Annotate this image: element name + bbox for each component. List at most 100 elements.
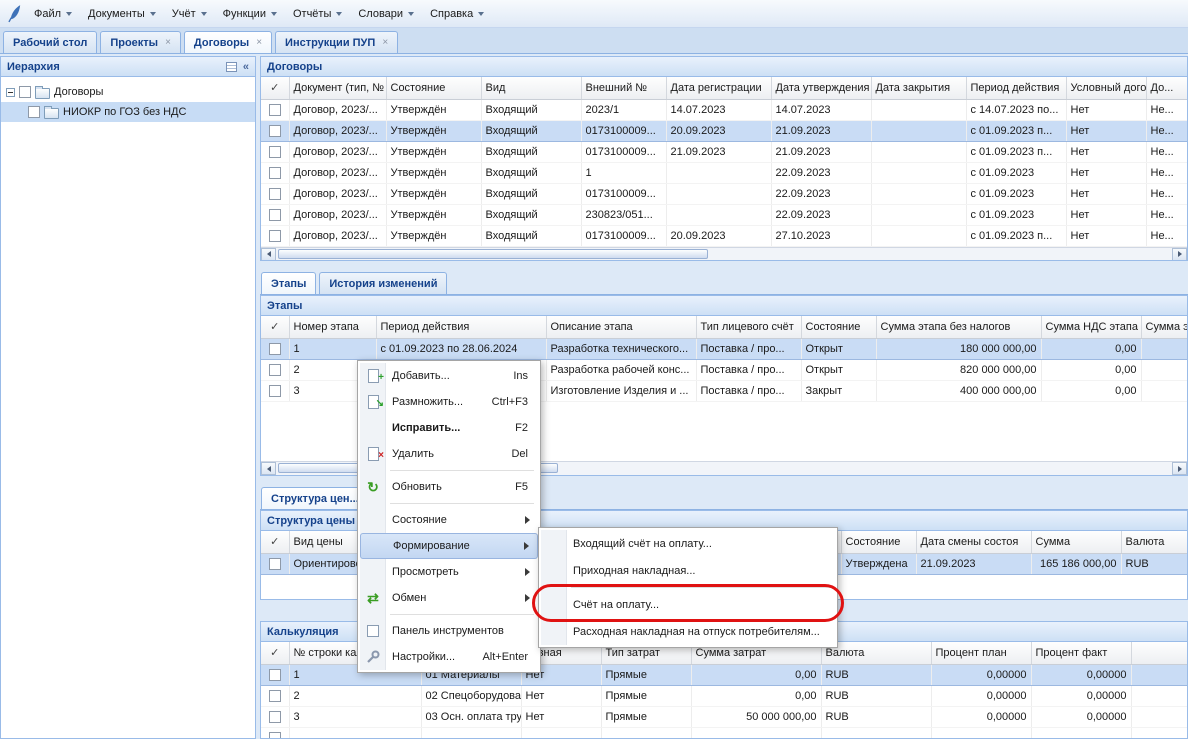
column-header[interactable]: Внешний № [581,77,666,99]
close-icon[interactable]: × [382,38,388,48]
tab-instructions[interactable]: Инструкции ПУП× [275,31,398,53]
menu-item-toolbar[interactable]: Панель инструментов [360,618,538,644]
tree-node-niokr[interactable]: НИОКР по ГОЗ без НДС [1,102,255,122]
select-all-header[interactable]: ✓ [261,531,289,553]
select-all-header[interactable]: ✓ [261,316,289,338]
table-row[interactable]: Договор, 2023/...УтверждёнВходящий017310… [261,183,1188,204]
menu-functions[interactable]: Функции [215,4,285,24]
tab-stages[interactable]: Этапы [261,272,316,294]
menu-accounting[interactable]: Учёт [164,4,215,24]
menu-file[interactable]: Файл [26,4,80,24]
table-row[interactable]: 1с 01.09.2023 по 28.06.2024Разработка те… [261,338,1188,359]
horizontal-scrollbar[interactable] [261,247,1187,261]
column-header[interactable]: Сумма [1031,531,1121,553]
scroll-right-button[interactable] [1172,248,1187,261]
row-checkbox[interactable] [269,209,281,221]
row-checkbox[interactable] [269,711,281,723]
select-all-header[interactable]: ✓ [261,642,289,664]
menu-documents[interactable]: Документы [80,4,164,24]
scroll-right-button[interactable] [1172,462,1187,475]
tab-price-structure[interactable]: Структура цен... [261,487,369,509]
menu-item-refresh[interactable]: ↻ Обновить F5 [360,474,538,500]
scroll-left-button[interactable] [261,462,276,475]
tab-desktop[interactable]: Рабочий стол [3,31,97,53]
table-row[interactable] [261,727,1188,739]
menu-item-generate[interactable]: Формирование [360,533,538,559]
column-header[interactable]: Дата регистрации [666,77,771,99]
row-checkbox[interactable] [269,732,281,739]
row-checkbox[interactable] [269,364,281,376]
row-checkbox[interactable] [269,558,281,570]
column-header[interactable]: Валюта [1121,531,1188,553]
select-all-header[interactable]: ✓ [261,77,289,99]
table-row[interactable]: Договор, 2023/...УтверждёнВходящий122.09… [261,162,1188,183]
column-header[interactable]: Тип лицевого счёт [696,316,801,338]
table-row[interactable]: Договор, 2023/...УтверждёнВходящий017310… [261,141,1188,162]
tab-change-history[interactable]: История изменений [319,272,447,294]
table-row[interactable]: Договор, 2023/...УтверждёнВходящий230823… [261,204,1188,225]
column-header[interactable]: Период действия [966,77,1066,99]
menu-item-settings[interactable]: Настройки... Alt+Enter [360,644,538,670]
submenu-item-incoming-invoice[interactable]: Входящий счёт на оплату... [541,530,835,557]
submenu-item-payment-invoice[interactable]: Счёт на оплату... [541,591,835,618]
column-header[interactable]: Процент факт [1031,642,1131,664]
menu-reports[interactable]: Отчёты [285,4,350,24]
row-checkbox[interactable] [269,146,281,158]
menu-item-state[interactable]: Состояние [360,507,538,533]
table-row[interactable]: 202 СпецоборудованиеНетПрямые0,00RUB0,00… [261,685,1188,706]
menu-item-delete[interactable]: × Удалить Del [360,441,538,467]
tree-checkbox[interactable] [19,86,31,98]
column-header[interactable] [1131,642,1188,664]
column-header[interactable]: Сумма НДС этапа [1041,316,1141,338]
column-header[interactable]: До... [1146,77,1188,99]
row-checkbox[interactable] [269,385,281,397]
column-header[interactable]: Описание этапа [546,316,696,338]
scroll-left-button[interactable] [261,248,276,261]
column-header[interactable]: Процент план [931,642,1031,664]
column-settings-icon[interactable] [226,62,237,72]
tree-checkbox[interactable] [28,106,40,118]
row-checkbox[interactable] [269,669,281,681]
menu-dictionaries[interactable]: Словари [350,4,422,24]
menu-item-duplicate[interactable]: ↘ Размножить... Ctrl+F3 [360,389,538,415]
close-icon[interactable]: × [256,38,262,48]
row-checkbox[interactable] [269,104,281,116]
tab-contracts[interactable]: Договоры× [184,31,272,53]
row-checkbox[interactable] [269,167,281,179]
submenu-item-expense-note[interactable]: Расходная накладная на отпуск потребител… [541,618,835,645]
menu-item-add[interactable]: + Добавить... Ins [360,363,538,389]
submenu-item-receipt-note[interactable]: Приходная накладная... [541,557,835,584]
column-header[interactable]: Документ (тип, № [289,77,386,99]
row-checkbox[interactable] [269,230,281,242]
collapse-panel-icon[interactable]: « [243,61,249,73]
column-header[interactable]: Состояние [801,316,876,338]
tab-projects[interactable]: Проекты× [100,31,181,53]
table-row[interactable]: 303 Осн. оплата трудаНетПрямые50 000 000… [261,706,1188,727]
row-checkbox[interactable] [269,125,281,137]
row-checkbox[interactable] [269,690,281,702]
menu-item-view[interactable]: Просмотреть [360,559,538,585]
column-header[interactable]: Дата закрытия [871,77,966,99]
menu-item-edit[interactable]: Исправить... F2 [360,415,538,441]
column-header[interactable]: Состояние [386,77,481,99]
column-header[interactable]: Сумма эт... [1141,316,1188,338]
column-header[interactable]: Дата утверждения [771,77,871,99]
table-row[interactable]: Договор, 2023/...УтверждёнВходящий017310… [261,225,1188,246]
row-checkbox[interactable] [269,188,281,200]
row-checkbox[interactable] [269,343,281,355]
column-header[interactable]: Номер этапа [289,316,376,338]
tree-expander-icon[interactable] [6,88,15,97]
menu-help[interactable]: Справка [422,4,492,24]
column-header[interactable]: Условный договор [1066,77,1146,99]
close-icon[interactable]: × [165,38,171,48]
column-header[interactable]: Дата смены состоя [916,531,1031,553]
table-row[interactable]: Договор, 2023/...УтверждёнВходящий017310… [261,120,1188,141]
column-header[interactable]: Состояние [841,531,916,553]
table-row[interactable]: Договор, 2023/...УтверждёнВходящий2023/1… [261,99,1188,120]
column-header[interactable]: Вид [481,77,581,99]
scrollbar-thumb[interactable] [278,249,708,259]
menu-item-exchange[interactable]: ⇄ Обмен [360,585,538,611]
column-header[interactable]: Период действия [376,316,546,338]
column-header[interactable]: Сумма этапа без налогов [876,316,1041,338]
tree-node-contracts[interactable]: Договоры [1,82,255,102]
